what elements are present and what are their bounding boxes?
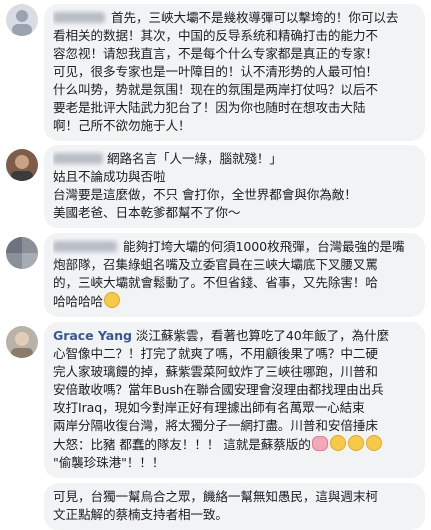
comment-author-link[interactable]: Grace Yang <box>53 328 132 343</box>
comment-text-line: 能夠打垮大壩的何須1000枚飛彈，台灣最強的是嘴 <box>123 239 405 254</box>
comment-bubble: 能夠打垮大壩的何須1000枚飛彈，台灣最強的是嘴 炮部隊，召集綠蛆名嘴及立委官員… <box>44 233 425 317</box>
comment-text-line: 淡江蘇紫雲，看著也算吃了40年飯了，為什麼 <box>135 328 390 343</box>
comment-text-line: 安倍敢收嗎？當年Bush在聯合國安理會沒理由都找理由出兵 <box>53 382 384 397</box>
avatar[interactable] <box>6 4 38 36</box>
laughing-emoji-icon <box>103 292 120 308</box>
comment-1: 首先，三峽大壩不是幾枚導彈可以擊垮的！你可以去 看相关的数据！其次，中国的反导系… <box>0 4 431 141</box>
comment-text-line: "偷襲珍珠港"！！！ <box>53 455 165 470</box>
comment-text-line: 炮部隊，召集綠蛆名嘴及立委官員在三峽大壩底下叉腰叉罵 <box>53 257 378 272</box>
avatar[interactable] <box>6 326 38 358</box>
comment-2: 網路名言「人一綠，腦就殘！」 姑且不論成功與否啦 台灣要是這麼做，不只 會打你，… <box>0 145 431 228</box>
redacted-author-name[interactable] <box>53 12 105 23</box>
comment-text-line: 啊！己所不欲勿施于人！ <box>53 118 191 133</box>
comment-text-line: 可见，很多专家也是一叶障目的！认不清形势的人最可怕！ <box>53 64 378 79</box>
smile-emoji-icon <box>329 435 346 451</box>
comment-text-line: 完人家玻璃饅的掉，蘇紫雲菜阿蚊炸了三峽往哪跑，川普和 <box>53 364 378 379</box>
comment-text-line: 姑且不論成功與否啦 <box>53 169 166 184</box>
comment-text-line: 兩岸分隔收復台灣，將太獨分子一網打盡。川普和安倍捶床 <box>53 418 378 433</box>
comment-text-line: 要老是批评大陆武力犯台了！因为你也随时在想攻击大陆 <box>53 100 366 115</box>
comment-text-line: 看相关的数据！其次，中国的反导系统和精确打击的能力不 <box>53 28 378 43</box>
comment-text-line: 什么叫势，势就是氛围！现在的氛围是两岸打仗吗？以后不 <box>53 82 378 97</box>
comment-bubble: Grace Yang 淡江蘇紫雲，看著也算吃了40年飯了，為什麼 心智像中二？！打… <box>44 322 425 478</box>
comment-text-line: 可見，台獨一幫烏合之眾，饑絡一幫無知愚民，這與週末柯 <box>53 489 378 504</box>
comment-text-line: 台灣要是這麼做，不只 會打你，全世界都會與你為敵！ <box>53 187 357 202</box>
smile-emoji-icon <box>365 435 382 451</box>
avatar[interactable] <box>6 149 38 181</box>
comment-text-line: 容忽视！请恕我直言，不是每个什么专家都是真正的专家！ <box>53 46 378 61</box>
comment-text-line: 網路名言「人一綠，腦就殘！」 <box>107 151 282 166</box>
smile-emoji-icon <box>347 435 364 451</box>
comment-text-line: 大怒：比豬 都蠢的隊友！！！ 這就是蘇蔡版的 <box>53 437 311 452</box>
comment-text-line: 首先，三峽大壩不是幾枚導彈可以擊垮的！你可以去 <box>111 10 399 25</box>
comment-text-line: 攻打Iraq，現如今對岸正好有理據出師有名萬眾一心結束 <box>53 400 365 415</box>
comment-text-line: 心智像中二？！打完了就爽了嗎，不用顧後果了嗎？中二硬 <box>53 346 378 361</box>
comment-4: Grace Yang 淡江蘇紫雲，看著也算吃了40年飯了，為什麼 心智像中二？！打… <box>0 322 431 478</box>
redacted-author-name[interactable] <box>53 241 117 252</box>
comment-bubble: 首先，三峽大壩不是幾枚導彈可以擊垮的！你可以去 看相关的数据！其次，中国的反导系… <box>44 4 425 141</box>
avatar[interactable] <box>6 237 38 269</box>
pig-emoji-icon <box>311 436 328 451</box>
comment-text-line: 美國老爸、日本乾爹都幫不了你～ <box>53 205 241 220</box>
comment-bubble: 網路名言「人一綠，腦就殘！」 姑且不論成功與否啦 台灣要是這麼做，不只 會打你，… <box>44 145 425 228</box>
comment-bubble: 可見，台獨一幫烏合之眾，饑絡一幫無知愚民，這與週末柯 文正點解的蔡楠支持者相一致… <box>44 483 425 530</box>
comment-text-line: 哈哈哈哈 <box>53 294 103 309</box>
comment-text-line: 的，三峽大壩就會鬆動了。不但省錢、省事，又先除害！哈 <box>53 275 378 290</box>
comment-text-line: 文正點解的蔡楠支持者相一致。 <box>53 507 228 522</box>
comment-3: 能夠打垮大壩的何須1000枚飛彈，台灣最強的是嘴 炮部隊，召集綠蛆名嘴及立委官員… <box>0 233 431 317</box>
comment-5: 可見，台獨一幫烏合之眾，饑絡一幫無知愚民，這與週末柯 文正點解的蔡楠支持者相一致… <box>0 483 431 530</box>
redacted-author-name[interactable] <box>53 153 103 164</box>
